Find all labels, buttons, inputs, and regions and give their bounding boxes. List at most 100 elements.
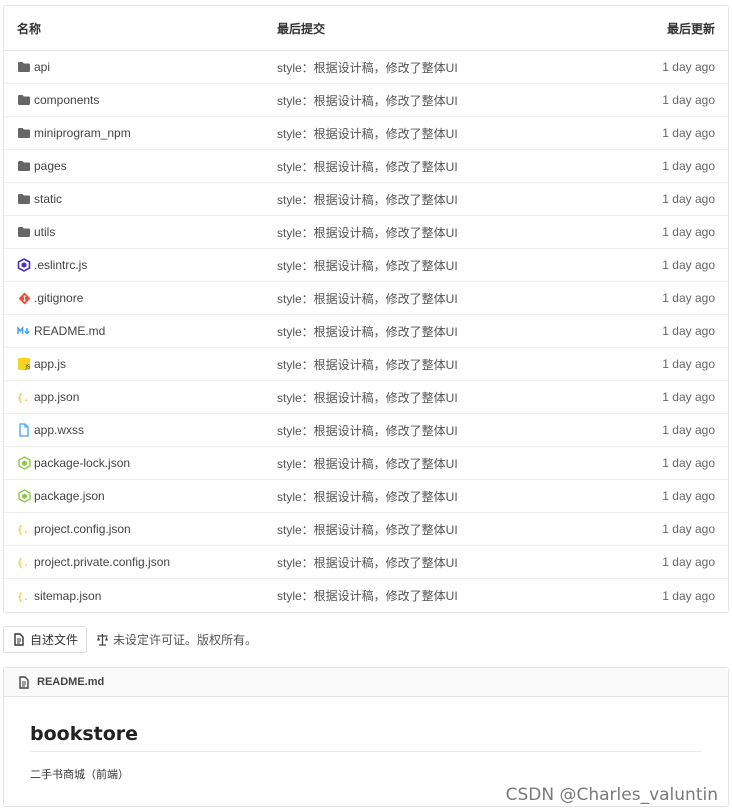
file-name-cell[interactable]: .gitignore — [4, 291, 264, 305]
file-name-link[interactable]: project.config.json — [34, 522, 131, 536]
commit-message[interactable]: style：根据设计稿，修改了整体UI — [264, 587, 568, 604]
file-name-link[interactable]: miniprogram_npm — [34, 126, 131, 140]
commit-message[interactable]: style：根据设计稿，修改了整体UI — [264, 92, 568, 109]
file-name-cell[interactable]: {..}sitemap.json — [4, 589, 264, 603]
file-name-link[interactable]: app.wxss — [34, 423, 84, 437]
readme-header: README.md — [4, 668, 728, 697]
commit-message[interactable]: style：根据设计稿，修改了整体UI — [264, 455, 568, 472]
file-table: 名称 最后提交 最后更新 api style：根据设计稿，修改了整体UI 1 day… — [3, 5, 729, 613]
table-row: utils style：根据设计稿，修改了整体UI 1 day ago — [4, 216, 728, 249]
commit-message[interactable]: style：根据设计稿，修改了整体UI — [264, 59, 568, 76]
file-name-link[interactable]: static — [34, 192, 62, 206]
file-name-cell[interactable]: components — [4, 93, 264, 107]
updated-date: 1 day ago — [662, 423, 715, 437]
folder-icon — [17, 60, 31, 74]
commit-message[interactable]: style：根据设计稿，修改了整体UI — [264, 125, 568, 142]
table-row: miniprogram_npm style：根据设计稿，修改了整体UI 1 day … — [4, 117, 728, 150]
folder-icon — [17, 126, 31, 140]
file-name-link[interactable]: README.md — [34, 324, 105, 338]
table-row: app.wxss style：根据设计稿，修改了整体UI 1 day ago — [4, 414, 728, 447]
table-row: {..}app.jsonstyle：根据设计稿，修改了整体UI1 day ago — [4, 381, 728, 414]
commit-message[interactable]: style：根据设计稿，修改了整体UI — [264, 158, 568, 175]
file-name-cell[interactable]: static — [4, 192, 264, 206]
updated-date: 1 day ago — [662, 555, 715, 569]
file-name-link[interactable]: .eslintrc.js — [34, 258, 87, 272]
table-row: package-lock.json style：根据设计稿，修改了整体UI 1 da… — [4, 447, 728, 480]
file-name-cell[interactable]: utils — [4, 225, 264, 239]
updated-date: 1 day ago — [662, 60, 715, 74]
file-name-link[interactable]: pages — [34, 159, 67, 173]
license-text: 未设定许可证。版权所有。 — [113, 633, 258, 647]
commit-message[interactable]: style：根据设计稿，修改了整体UI — [264, 422, 568, 439]
json-icon: {..} — [17, 522, 31, 536]
svg-text:JS: JS — [25, 365, 31, 371]
table-row: api style：根据设计稿，修改了整体UI 1 day ago — [4, 51, 728, 84]
nodejs-icon — [17, 489, 31, 503]
file-name-cell[interactable]: {..}app.json — [4, 390, 264, 404]
markdown-icon — [17, 324, 31, 338]
file-name-link[interactable]: project.private.config.json — [34, 555, 170, 569]
file-name-cell[interactable]: pages — [4, 159, 264, 173]
file-icon — [17, 423, 31, 437]
file-name-cell[interactable]: .eslintrc.js — [4, 258, 264, 272]
readme-content: bookstore 二手书商城（前端） — [4, 697, 728, 782]
file-name-link[interactable]: app.js — [34, 357, 66, 371]
eslint-icon — [17, 258, 31, 272]
table-body: api style：根据设计稿，修改了整体UI 1 day ago component… — [4, 51, 728, 612]
file-name-cell[interactable]: {..}project.config.json — [4, 522, 264, 536]
file-name-link[interactable]: package.json — [34, 489, 105, 503]
license-info: 未设定许可证。版权所有。 — [95, 631, 257, 648]
file-name-link[interactable]: app.json — [34, 390, 79, 404]
folder-icon — [17, 93, 31, 107]
commit-message[interactable]: style：根据设计稿，修改了整体UI — [264, 257, 568, 274]
folder-icon — [17, 192, 31, 206]
folder-icon — [17, 159, 31, 173]
file-name-link[interactable]: sitemap.json — [34, 589, 101, 603]
updated-date: 1 day ago — [662, 324, 715, 338]
updated-date: 1 day ago — [662, 522, 715, 536]
commit-message[interactable]: style：根据设计稿，修改了整体UI — [264, 356, 568, 373]
table-row: components style：根据设计稿，修改了整体UI 1 day ago — [4, 84, 728, 117]
file-name-link[interactable]: api — [34, 60, 50, 74]
file-name-cell[interactable]: {..}project.private.config.json — [4, 555, 264, 569]
commit-message[interactable]: style：根据设计稿，修改了整体UI — [264, 521, 568, 538]
file-name-link[interactable]: .gitignore — [34, 291, 83, 305]
commit-message[interactable]: style：根据设计稿，修改了整体UI — [264, 191, 568, 208]
document-icon — [17, 675, 31, 689]
table-row: {..}project.config.jsonstyle：根据设计稿，修改了整体… — [4, 513, 728, 546]
file-name-cell[interactable]: app.wxss — [4, 423, 264, 437]
document-icon — [12, 633, 26, 647]
table-row: static style：根据设计稿，修改了整体UI 1 day ago — [4, 183, 728, 216]
file-name-cell[interactable]: package.json — [4, 489, 264, 503]
repo-footer: 自述文件 未设定许可证。版权所有。 — [3, 626, 257, 653]
updated-date: 1 day ago — [662, 159, 715, 173]
file-name-cell[interactable]: README.md — [4, 324, 264, 338]
updated-date: 1 day ago — [662, 225, 715, 239]
file-name-link[interactable]: utils — [34, 225, 55, 239]
updated-date: 1 day ago — [662, 258, 715, 272]
svg-text:{..}: {..} — [17, 525, 31, 535]
file-name-cell[interactable]: api — [4, 60, 264, 74]
table-row: {..}sitemap.jsonstyle：根据设计稿，修改了整体UI1 day… — [4, 579, 728, 612]
commit-message[interactable]: style：根据设计稿，修改了整体UI — [264, 224, 568, 241]
commit-message[interactable]: style：根据设计稿，修改了整体UI — [264, 290, 568, 307]
commit-message[interactable]: style：根据设计稿，修改了整体UI — [264, 488, 568, 505]
readme-title: bookstore — [30, 723, 702, 752]
git-icon — [17, 291, 31, 305]
commit-message[interactable]: style：根据设计稿，修改了整体UI — [264, 554, 568, 571]
file-name-link[interactable]: package-lock.json — [34, 456, 130, 470]
readme-button[interactable]: 自述文件 — [3, 626, 88, 653]
file-name-link[interactable]: components — [34, 93, 99, 107]
table-row: JS app.js style：根据设计稿，修改了整体UI 1 day ago — [4, 348, 728, 381]
commit-message[interactable]: style：根据设计稿，修改了整体UI — [264, 389, 568, 406]
updated-date: 1 day ago — [662, 291, 715, 305]
file-name-cell[interactable]: miniprogram_npm — [4, 126, 264, 140]
updated-date: 1 day ago — [662, 126, 715, 140]
file-name-cell[interactable]: JS app.js — [4, 357, 264, 371]
svg-text:{..}: {..} — [17, 592, 31, 602]
table-row: package.json style：根据设计稿，修改了整体UI 1 day ago — [4, 480, 728, 513]
table-row: README.md style：根据设计稿，修改了整体UI 1 day ago — [4, 315, 728, 348]
commit-message[interactable]: style：根据设计稿，修改了整体UI — [264, 323, 568, 340]
file-name-cell[interactable]: package-lock.json — [4, 456, 264, 470]
scale-icon — [95, 633, 109, 647]
